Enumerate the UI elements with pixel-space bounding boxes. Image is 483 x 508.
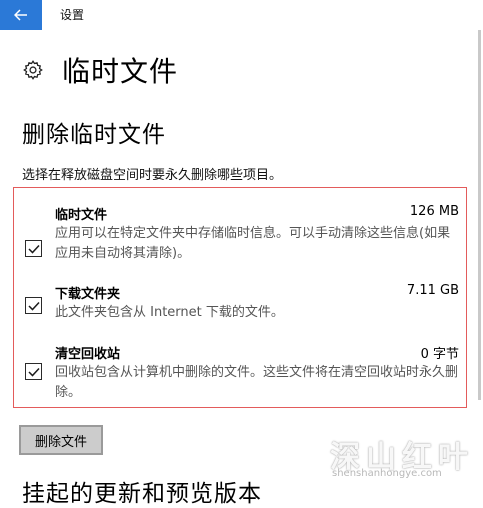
page-title: 临时文件	[62, 55, 179, 88]
app-title: 设置	[60, 8, 85, 22]
list-item-temp-files: 临时文件 126 MB 应用可以在特定文件夹中存储临时信息。可以手动清除这些信息…	[14, 204, 466, 264]
watermark: 深山红叶 shenshanhongye.com	[330, 432, 480, 487]
gear-icon	[23, 60, 43, 80]
section-description: 选择在释放磁盘空间时要永久删除哪些项目。	[22, 168, 283, 183]
list-item-recycle-bin: 清空回收站 0 字节 回收站包含从计算机中删除的文件。这些文件将在清空回收站时永…	[14, 343, 466, 403]
checkmark-icon	[27, 244, 40, 254]
item-title: 临时文件	[55, 208, 108, 223]
checkmark-icon	[27, 301, 40, 311]
item-description: 应用可以在特定文件夹中存储临时信息。可以手动清除这些信息(如果应用未自动将其清除…	[55, 226, 451, 261]
recycle-bin-checkbox[interactable]	[25, 363, 42, 380]
page-header: 临时文件	[22, 50, 178, 90]
back-button[interactable]	[0, 0, 42, 30]
delete-files-button[interactable]: 删除文件	[19, 425, 103, 455]
item-description: 回收站包含从计算机中删除的文件。这些文件将在清空回收站时永久删除。	[55, 365, 459, 400]
checkmark-icon	[27, 367, 40, 377]
list-item-downloads: 下载文件夹 7.11 GB 此文件夹包含从 Internet 下载的文件。	[14, 283, 466, 323]
item-description: 此文件夹包含从 Internet 下载的文件。	[55, 305, 284, 320]
item-size: 7.11 GB	[406, 283, 459, 298]
item-title: 清空回收站	[55, 347, 121, 362]
title-bar: 设置	[0, 0, 483, 30]
section-title: 删除临时文件	[22, 122, 166, 148]
scrollbar[interactable]	[478, 30, 481, 400]
item-size: 0 字节	[420, 347, 459, 362]
item-size: 126 MB	[409, 204, 459, 219]
cleanup-items-list: 临时文件 126 MB 应用可以在特定文件夹中存储临时信息。可以手动清除这些信息…	[13, 187, 467, 408]
watermark-url: shenshanhongye.com	[332, 468, 442, 479]
next-section-title: 挂起的更新和预览版本	[22, 481, 262, 507]
downloads-checkbox[interactable]	[25, 297, 42, 314]
back-arrow-icon	[14, 9, 27, 21]
temp-files-checkbox[interactable]	[25, 240, 42, 257]
item-title: 下载文件夹	[55, 287, 121, 302]
